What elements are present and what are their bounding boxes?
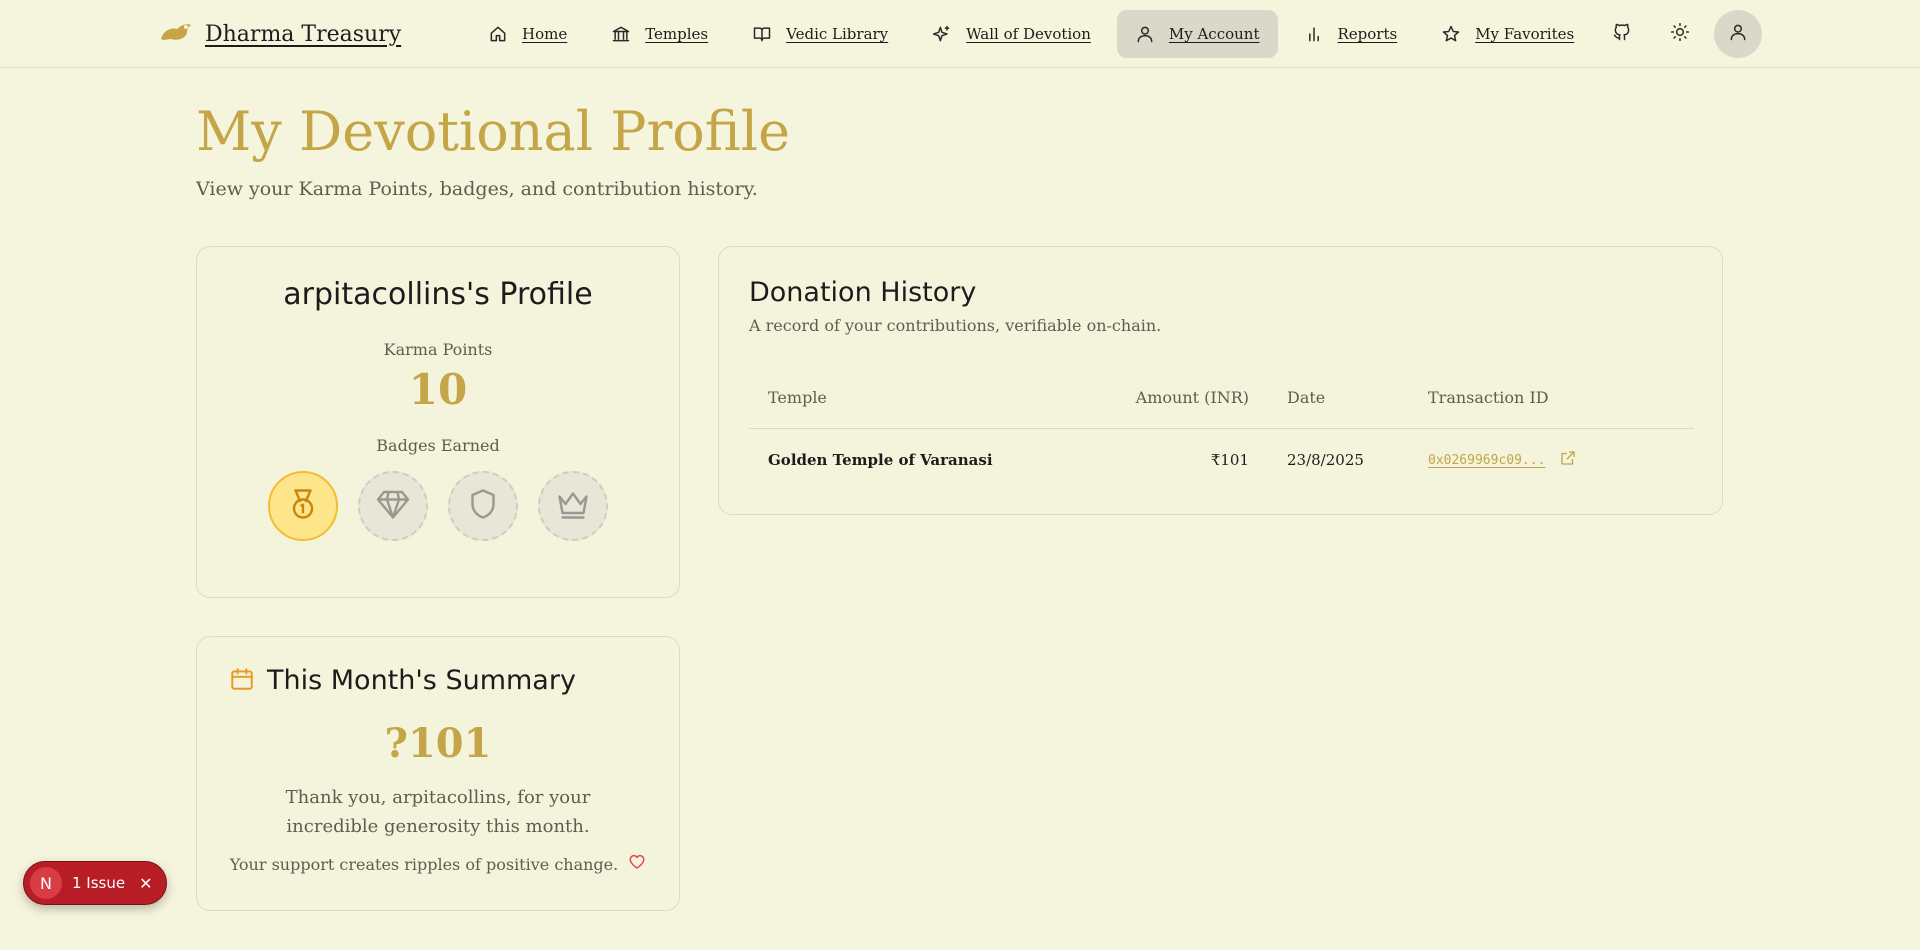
profile-card: arpitacollins's Profile Karma Points 10 … — [196, 246, 680, 598]
sun-icon — [1670, 22, 1690, 46]
nav-item-label: Wall of Devotion — [966, 25, 1091, 43]
summary-thanks-text: Thank you, arpitacollins, for your incre… — [285, 787, 591, 837]
karma-points-label: Karma Points — [383, 340, 493, 359]
monthly-summary-card: This Month's Summary ?101 Thank you, arp… — [196, 636, 680, 911]
history-description: A record of your contributions, verifiab… — [749, 316, 1162, 335]
history-title: Donation History — [749, 277, 977, 308]
summary-note: Your support creates ripples of positive… — [197, 853, 679, 875]
nav-item-home[interactable]: Home — [470, 10, 585, 58]
nav-item-label: My Account — [1168, 25, 1260, 43]
nav-item-my-account[interactable]: My Account — [1116, 10, 1278, 58]
user-icon — [1135, 24, 1155, 44]
transaction-id-link[interactable]: 0x0269969c09... — [1428, 453, 1545, 468]
external-link-icon[interactable] — [1559, 449, 1577, 471]
nav-item-label: Home — [522, 25, 568, 43]
nav-item-label: Vedic Library — [786, 25, 889, 43]
nav-item-temples[interactable]: Temples — [593, 10, 726, 58]
user-icon — [1728, 22, 1748, 46]
home-icon — [488, 24, 508, 44]
top-navbar: Dharma Treasury Home Temples Vedic Libra… — [0, 0, 1920, 68]
close-icon[interactable]: ✕ — [139, 874, 152, 893]
star-icon — [1441, 24, 1461, 44]
bar-chart-icon — [1304, 24, 1324, 44]
theme-toggle-button[interactable] — [1656, 10, 1704, 58]
karma-points-value: 10 — [408, 365, 468, 414]
nav-item-reports[interactable]: Reports — [1286, 10, 1416, 58]
summary-header: This Month's Summary — [229, 665, 679, 696]
page-title: My Devotional Profile — [196, 100, 791, 163]
badge-shield[interactable] — [448, 471, 518, 541]
heart-icon — [628, 853, 646, 875]
cell-transaction: 0x0269969c09... — [1398, 449, 1694, 471]
temple-icon — [611, 24, 631, 44]
column-header-transaction: Transaction ID — [1428, 388, 1549, 407]
donation-history-card: Donation History A record of your contri… — [718, 246, 1723, 515]
nav-item-wall-of-devotion[interactable]: Wall of Devotion — [914, 10, 1109, 58]
summary-note-text: Your support creates ripples of positive… — [229, 854, 619, 874]
badge-medal[interactable] — [268, 471, 338, 541]
badge-crown[interactable] — [538, 471, 608, 541]
brand-name: Dharma Treasury — [205, 21, 402, 47]
diamond-icon — [375, 486, 411, 526]
calendar-icon — [229, 666, 255, 696]
nav-item-vedic-library[interactable]: Vedic Library — [734, 10, 906, 58]
shield-icon — [465, 486, 501, 526]
donation-table: Temple Amount (INR) Date Transaction ID … — [749, 367, 1694, 491]
issues-count: 1 Issue — [72, 874, 126, 892]
nav-item-label: Temples — [645, 25, 709, 43]
page-subtitle: View your Karma Points, badges, and cont… — [196, 178, 758, 200]
github-button[interactable] — [1598, 10, 1646, 58]
table-row: Golden Temple of Varanasi ₹101 23/8/2025… — [749, 429, 1694, 491]
profile-name: arpitacollins's Profile — [283, 277, 593, 312]
book-icon — [752, 24, 772, 44]
sparkles-icon — [932, 24, 952, 44]
medal-icon — [285, 486, 321, 526]
nextjs-logo-icon: N — [30, 867, 62, 899]
badge-diamond[interactable] — [358, 471, 428, 541]
summary-amount: ?101 — [384, 720, 492, 767]
nav-item-my-favorites[interactable]: My Favorites — [1423, 10, 1592, 58]
column-header-date: Date — [1287, 388, 1326, 407]
column-header-temple: Temple — [768, 388, 827, 407]
brand-link[interactable]: Dharma Treasury — [157, 12, 401, 56]
summary-title: This Month's Summary — [267, 665, 576, 696]
issues-badge[interactable]: N 1 Issue ✕ — [23, 861, 167, 905]
nav-item-label: My Favorites — [1475, 25, 1575, 43]
cell-date: 23/8/2025 — [1287, 451, 1364, 469]
badges-label: Badges Earned — [376, 436, 500, 455]
nav-item-label: Reports — [1337, 25, 1398, 43]
column-header-amount: Amount (INR) — [1135, 388, 1249, 407]
brand-logo-icon — [157, 17, 195, 51]
account-avatar-button[interactable] — [1714, 10, 1762, 58]
nav-menu: Home Temples Vedic Library Wall of Devot… — [470, 10, 1592, 58]
github-icon — [1612, 22, 1632, 46]
badges-list — [197, 471, 679, 541]
cell-amount: ₹101 — [1210, 451, 1249, 469]
cell-temple: Golden Temple of Varanasi — [768, 451, 993, 469]
table-header: Temple Amount (INR) Date Transaction ID — [749, 367, 1694, 429]
crown-icon — [555, 486, 591, 526]
